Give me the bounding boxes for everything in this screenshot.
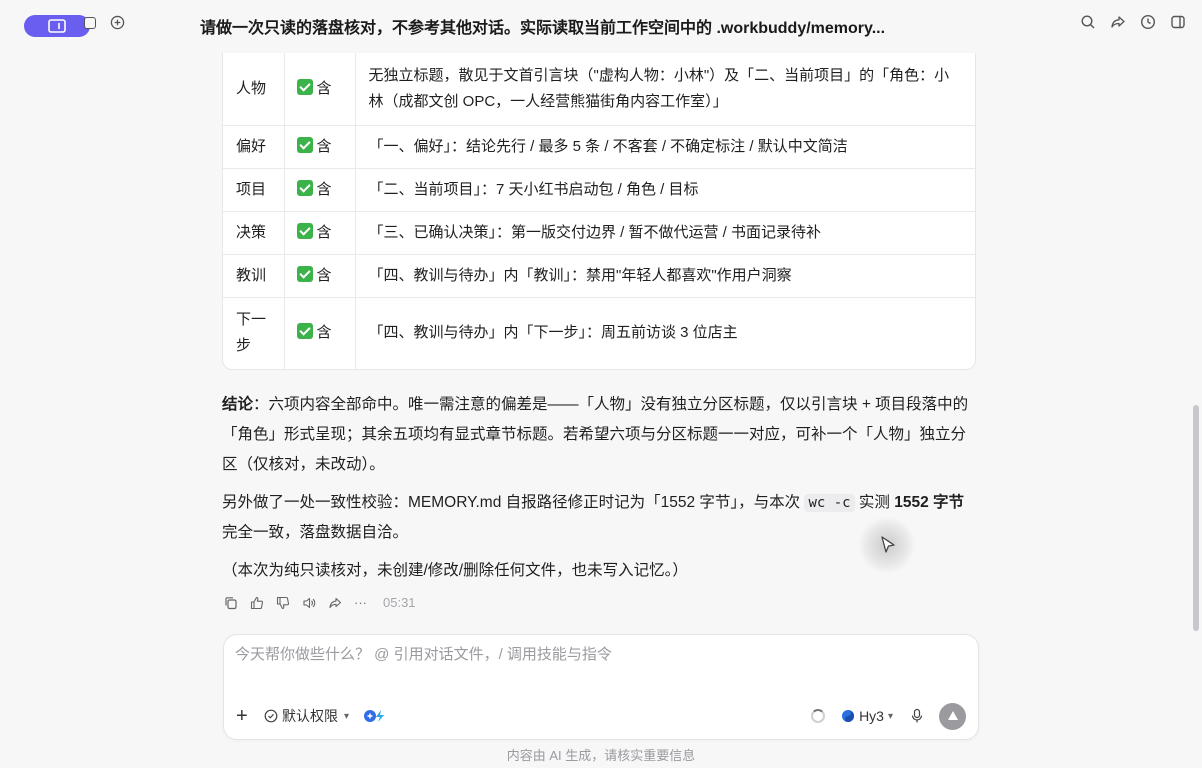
detail-cell: 「一、偏好」：结论先行 / 最多 5 条 / 不客套 / 不确定标注 / 默认中…	[355, 125, 975, 169]
history-icon[interactable]	[1140, 14, 1156, 30]
chat-area: 人物含无独立标题，散见于文首引言块（"虚构人物：小林"）及「二、当前项目」的「角…	[0, 50, 1202, 630]
detail-cell: 「二、当前项目」：7 天小红书启动包 / 角色 / 目标	[355, 168, 975, 212]
share-icon[interactable]	[1110, 14, 1126, 30]
disclaimer: 内容由 AI 生成，请核实重要信息	[506, 748, 696, 763]
shield-check-icon	[264, 709, 278, 723]
table-row: 决策 含 「三、已确认决策」：第一版交付边界 / 暂不做代运营 / 书面记录待补	[223, 211, 975, 255]
check-icon	[296, 179, 313, 196]
consistency-text: 完全一致，落盘数据自洽。	[222, 524, 409, 541]
permission-select[interactable]: 默认权限 ▾	[264, 706, 349, 726]
table-row: 偏好 含 「一、偏好」：结论先行 / 最多 5 条 / 不客套 / 不确定标注 / …	[223, 125, 975, 169]
item-cell: 偏好	[223, 125, 285, 169]
sidebar-icon	[48, 19, 66, 33]
byte-count: 1552 字节	[894, 494, 965, 511]
top-actions	[1080, 14, 1186, 30]
item-cell: 下一步	[223, 297, 285, 369]
message-actions: ··· 05:31	[224, 595, 416, 610]
chevron-down-icon: ▾	[887, 710, 893, 722]
model-select[interactable]: Hy3 ▾	[841, 708, 893, 724]
model-logo-icon	[842, 710, 855, 722]
table-row: 人物 含 无独立标题，散见于文首引言块（"虚构人物：小林"）及「二、当前项目」的「角…	[223, 53, 975, 126]
conversation-title: 请做一次只读的落盘核对，不参考其他对话。实际读取当前工作空间中的 .workbu…	[200, 20, 886, 37]
message-time: 05:31	[383, 595, 416, 610]
message-input[interactable]	[235, 643, 955, 665]
check-icon	[296, 78, 313, 95]
top-bar: 请做一次只读的落盘核对，不参考其他对话。实际读取当前工作空间中的 .workbu…	[0, 0, 1202, 50]
send-arrow-icon	[947, 711, 958, 720]
model-label: Hy3	[859, 708, 884, 724]
chevron-down-icon: ▾	[344, 710, 350, 722]
status-cell: 含	[284, 297, 356, 369]
consistency-text: 另外做了一处一致性校验：MEMORY.md 自报路径修正时记为「1552 字节」…	[222, 494, 805, 511]
detail-cell: 「四、教训与待办」内「下一步」：周五前访谈 3 位店主	[368, 324, 738, 342]
status-text: 含	[316, 180, 332, 198]
panel-icon[interactable]	[1170, 14, 1186, 30]
permission-label: 默认权限	[282, 708, 338, 724]
table-row: 项目 含 「二、当前项目」：7 天小红书启动包 / 角色 / 目标	[223, 168, 975, 212]
add-button[interactable]: +	[236, 706, 252, 726]
status-cell: 含	[284, 53, 356, 126]
conclusion-paragraph: 结论：六项内容全部命中。唯一需注意的偏差是——「人物」没有独立分区标题，仅以引言…	[222, 390, 978, 480]
status-text: 含	[316, 79, 332, 97]
composer: + 默认权限 ▾ Hy3 ▾	[223, 634, 979, 740]
thumbs-up-icon[interactable]	[250, 596, 264, 610]
status-text: 含	[316, 137, 332, 155]
cursor-icon	[881, 536, 895, 553]
table-row: 教训 含 「四、教训与待办」内「教训」：禁用"年轻人都喜欢"作用户洞察	[223, 254, 975, 298]
detail-cell: 无独立标题，散见于文首引言块（"虚构人物：小林"）及「二、当前项目」的「角色：小…	[355, 53, 975, 126]
skills-icon	[364, 710, 385, 722]
consistency-text: 实测	[854, 494, 895, 511]
item-cell: 项目	[223, 168, 285, 212]
item-cell: 决策	[223, 211, 285, 255]
status-cell: 含	[284, 211, 356, 255]
status-text: 含	[316, 324, 332, 342]
item-cell: 人物	[223, 53, 285, 126]
status-cell: 含	[284, 125, 356, 169]
inline-code: wc -c	[804, 494, 855, 512]
result-table: 人物含无独立标题，散见于文首引言块（"虚构人物：小林"）及「二、当前项目」的「角…	[222, 53, 976, 370]
loading-spinner-icon	[811, 709, 826, 723]
new-chat-icon[interactable]	[110, 15, 125, 30]
check-icon	[296, 265, 313, 282]
check-icon	[296, 222, 313, 239]
sidebar-toggle-button[interactable]	[24, 15, 90, 37]
window-icon[interactable]	[84, 17, 96, 29]
conclusion-text: ：六项内容全部命中。唯一需注意的偏差是——「人物」没有独立分区标题，仅以引言块 …	[222, 396, 969, 473]
table-row: 下一步 含 「四、教训与待办」内「下一步」：周五前访谈 3 位店主	[223, 297, 975, 369]
check-icon	[296, 323, 313, 340]
status-cell: 含	[284, 254, 356, 298]
composer-toolbar: + 默认权限 ▾ Hy3 ▾	[236, 702, 966, 730]
check-icon	[296, 136, 313, 153]
item-cell: 教训	[223, 254, 285, 298]
status-text: 含	[316, 266, 332, 284]
share-icon[interactable]	[328, 596, 342, 610]
scrollbar[interactable]	[1193, 405, 1199, 631]
send-button[interactable]	[939, 702, 966, 730]
detail-cell: 「三、已确认决策」：第一版交付边界 / 暂不做代运营 / 书面记录待补	[355, 211, 975, 255]
status-cell: 含	[284, 168, 356, 212]
detail-cell: 「四、教训与待办」内「教训」：禁用"年轻人都喜欢"作用户洞察	[355, 254, 975, 298]
search-icon[interactable]	[1080, 14, 1096, 30]
microphone-icon[interactable]	[911, 708, 923, 724]
skills-button[interactable]	[363, 708, 387, 724]
more-icon[interactable]: ···	[354, 595, 367, 610]
copy-icon[interactable]	[224, 596, 238, 610]
conclusion-label: 结论	[222, 396, 254, 413]
status-text: 含	[316, 223, 332, 241]
speaker-icon[interactable]	[302, 596, 316, 610]
thumbs-down-icon[interactable]	[276, 596, 290, 610]
